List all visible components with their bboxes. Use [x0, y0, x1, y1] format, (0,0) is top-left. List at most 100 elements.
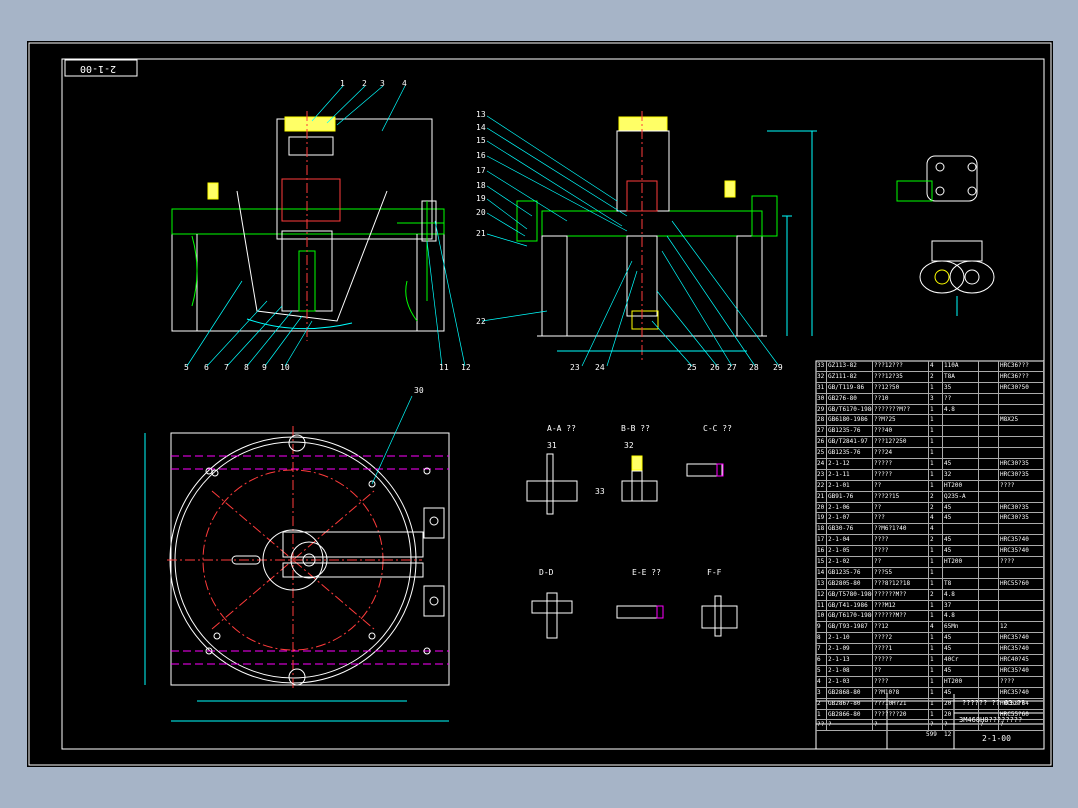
callout-32: 32 — [624, 441, 634, 450]
callout-2: 2 — [362, 79, 367, 88]
parts-cell: 1 — [929, 665, 943, 676]
parts-row: 30 GB276-80 ??10 3?? — [816, 393, 1044, 405]
parts-cell: 28 — [816, 415, 827, 426]
parts-cell — [979, 404, 999, 415]
parts-row: 33 GZ113-82 ???12??? 4 110A HRC36??? — [816, 361, 1044, 372]
parts-cell: ??????M?? — [873, 611, 929, 622]
callout-5: 5 — [184, 363, 189, 372]
parts-row: 16 2-1-05???? 1 45 HRC35?40 — [816, 546, 1044, 558]
parts-cell: 2-1-11 — [827, 469, 873, 480]
parts-cell: ????? — [873, 655, 929, 665]
parts-cell: ????? — [873, 459, 929, 469]
parts-cell: 2-1-09 — [827, 644, 873, 655]
callout-18: 18 — [476, 181, 486, 190]
parts-cell: 1 — [929, 404, 943, 415]
parts-cell: ????2 — [873, 633, 929, 644]
parts-cell: 2 — [816, 698, 827, 709]
parts-cell: GB30-76 — [827, 524, 873, 535]
parts-cell: 10 — [816, 611, 827, 622]
callout-19: 19 — [476, 194, 486, 203]
parts-cell: HRC30?50 — [999, 382, 1044, 393]
parts-cell: ??10 — [873, 393, 929, 404]
parts-cell — [979, 589, 999, 600]
parts-cell: 1 — [929, 709, 943, 720]
parts-cell: 3 — [929, 393, 943, 404]
parts-cell — [979, 426, 999, 437]
parts-cell: 17 — [816, 535, 827, 546]
parts-cell: 18 — [816, 524, 827, 535]
parts-cell: 1 — [929, 469, 943, 480]
slide-bar — [282, 531, 424, 558]
parts-row: 22 2-1-01?? 1 HT200???? — [816, 480, 1044, 492]
parts-cell: 2-1-05 — [827, 546, 873, 557]
parts-row: 19 2-1-07??? 4 45 HRC30?35 — [816, 513, 1044, 525]
parts-cell: 4 — [816, 676, 827, 687]
parts-cell: 7 — [816, 644, 827, 655]
parts-cell: 14 — [816, 567, 827, 578]
parts-cell: 22 — [816, 480, 827, 491]
parts-cell: 15 — [816, 557, 827, 567]
parts-cell: ???2?15 — [873, 491, 929, 502]
side-nut — [631, 310, 659, 330]
parts-cell: ??M10?8 — [873, 687, 929, 698]
parts-cell: 40Cr — [943, 655, 979, 665]
callout-6: 6 — [204, 363, 209, 372]
callout-12: 12 — [461, 363, 471, 372]
parts-cell — [979, 578, 999, 589]
callout-10: 10 — [280, 363, 290, 372]
callout-11: 11 — [439, 363, 449, 372]
parts-cell: 2-1-01 — [827, 480, 873, 491]
parts-cell: HRC35?40 — [999, 687, 1044, 698]
parts-row: 8 2-1-10 ????2 1 45 HRC35?40 — [816, 633, 1044, 645]
parts-cell: 45 — [943, 546, 979, 557]
parts-cell: 45 — [943, 459, 979, 469]
parts-cell — [979, 371, 999, 382]
title-small-1: 599 — [926, 731, 937, 738]
parts-cell: ??12?50 — [873, 382, 929, 393]
callout-13: 13 — [476, 110, 486, 119]
parts-cell: ? — [929, 720, 943, 731]
parts-cell: 2 — [929, 371, 943, 382]
side-clamp-left — [516, 200, 538, 242]
parts-cell — [999, 611, 1044, 622]
parts-cell: ???10H?21 — [873, 698, 929, 709]
parts-cell: 45 — [943, 644, 979, 655]
callout-22: 22 — [476, 317, 486, 326]
parts-cell: ?? — [873, 480, 929, 491]
parts-cell: ?? — [873, 557, 929, 567]
side-upper-block — [616, 130, 670, 212]
parts-cell: GB1235-76 — [827, 448, 873, 459]
parts-cell — [979, 644, 999, 655]
parts-row: 5 2-1-08?? 1 45 HRC35?40 — [816, 665, 1044, 677]
parts-cell: 12 — [999, 622, 1044, 633]
parts-cell: 2-1-10 — [827, 633, 873, 644]
parts-cell: ???12?250 — [873, 437, 929, 448]
parts-cell: 45 — [943, 502, 979, 513]
side-right-leg — [736, 235, 763, 337]
callout-31: 31 — [547, 441, 557, 450]
parts-cell — [979, 622, 999, 633]
parts-cell: 1 — [929, 480, 943, 491]
parts-cell: ???? — [999, 480, 1044, 491]
parts-cell: HRC35?40 — [999, 535, 1044, 546]
parts-cell: 30 — [816, 393, 827, 404]
parts-cell — [979, 665, 999, 676]
callout-20: 20 — [476, 208, 486, 217]
parts-cell: 2 — [929, 491, 943, 502]
parts-cell: 25 — [816, 448, 827, 459]
parts-cell — [979, 415, 999, 426]
parts-cell: T8 — [943, 578, 979, 589]
parts-cell: 1 — [929, 426, 943, 437]
parts-cell — [979, 361, 999, 371]
parts-cell: 2 — [929, 502, 943, 513]
parts-cell: 11 — [816, 600, 827, 611]
callout-16: 16 — [476, 151, 486, 160]
parts-row: 31 GB/T119-86 ??12?50 1 35 HRC30?50 — [816, 382, 1044, 394]
parts-cell: HRC36??? — [999, 371, 1044, 382]
parts-cell — [979, 600, 999, 611]
parts-row: 15 2-1-02?? 1 HT200???? — [816, 557, 1044, 568]
parts-cell — [979, 491, 999, 502]
section-label-bb: B-B ?? — [621, 424, 650, 433]
parts-cell: 4 — [929, 622, 943, 633]
parts-cell: ????? — [873, 469, 929, 480]
